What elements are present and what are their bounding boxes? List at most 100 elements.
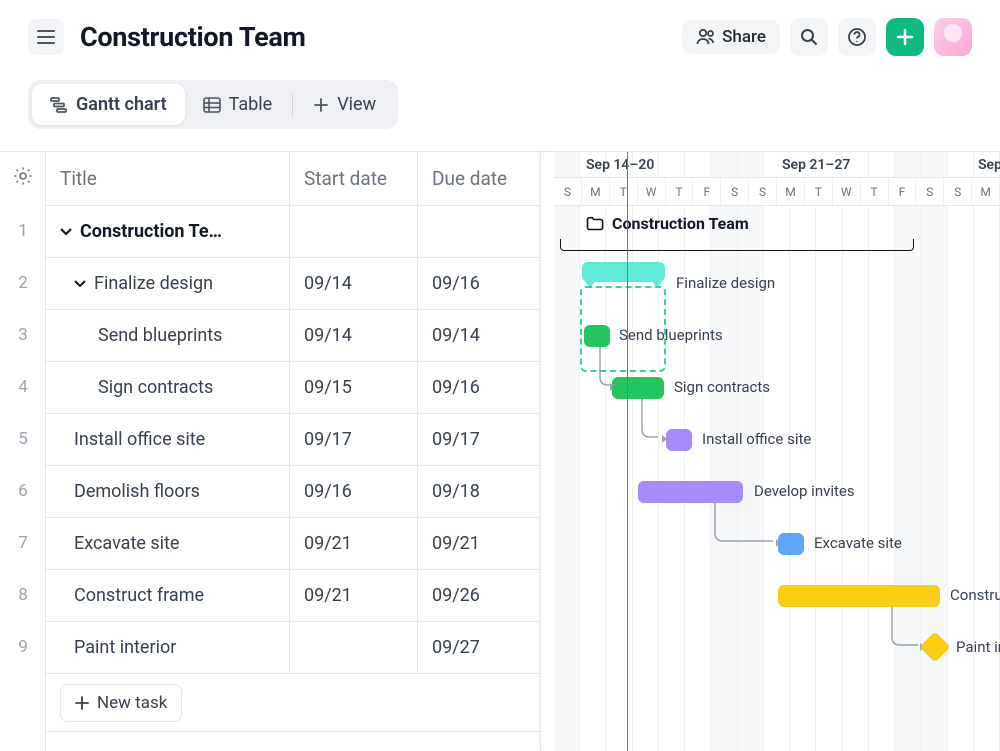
user-avatar[interactable] <box>934 18 972 56</box>
table-row[interactable]: 8Construct frame09/2109/26 <box>46 570 540 622</box>
cell-start[interactable]: 09/16 <box>290 466 418 517</box>
cell-start[interactable]: 09/21 <box>290 518 418 569</box>
column-header-title[interactable]: Title <box>46 152 290 205</box>
cell-title[interactable]: Paint interior <box>46 622 290 673</box>
timeline-body: Construction Team Finalize design Send b… <box>554 206 1000 674</box>
cell-title[interactable]: Install office site <box>46 414 290 465</box>
cell-due[interactable]: 09/21 <box>418 518 540 569</box>
topbar-right: Share <box>682 18 972 56</box>
cell-due[interactable]: 09/16 <box>418 258 540 309</box>
cell-start[interactable] <box>290 206 418 257</box>
task-table: Title Start date Due date 1Construction … <box>46 152 540 751</box>
cell-title[interactable]: Construction Te… <box>46 206 290 257</box>
cell-due[interactable]: 09/18 <box>418 466 540 517</box>
cell-title[interactable]: Finalize design <box>46 258 290 309</box>
cell-start[interactable]: 09/15 <box>290 362 418 413</box>
share-button[interactable]: Share <box>682 20 780 54</box>
bar-develop[interactable] <box>638 481 743 503</box>
cell-start[interactable]: 09/14 <box>290 258 418 309</box>
chevron-down-icon[interactable] <box>60 228 72 236</box>
project-bracket <box>560 239 914 251</box>
table-row[interactable]: 4Sign contracts09/1509/16 <box>46 362 540 414</box>
timeline-row-contracts[interactable]: Sign contracts <box>554 362 1000 414</box>
tab-table-label: Table <box>229 94 273 115</box>
tab-add-view[interactable]: View <box>295 84 394 125</box>
table-row[interactable]: 1Construction Te… <box>46 206 540 258</box>
gear-icon[interactable] <box>13 166 33 186</box>
hamburger-icon <box>37 30 55 44</box>
cell-due[interactable]: 09/26 <box>418 570 540 621</box>
bar-label-finalize: Finalize design <box>676 274 775 292</box>
bar-label-blueprints: Send blueprints <box>619 326 723 344</box>
table-row[interactable]: 5Install office site09/1709/17 <box>46 414 540 466</box>
table-row[interactable]: 7Excavate site09/2109/21 <box>46 518 540 570</box>
timeline-project-row: Construction Team <box>554 206 1000 258</box>
row-number: 3 <box>0 325 46 345</box>
table-row[interactable]: 9Paint interior09/27 <box>46 622 540 674</box>
search-button[interactable] <box>790 18 828 56</box>
row-number: 8 <box>0 585 46 605</box>
plus-icon <box>896 28 914 46</box>
cell-due[interactable]: 09/17 <box>418 414 540 465</box>
cell-start[interactable] <box>290 622 418 673</box>
new-task-label: New task <box>97 693 167 713</box>
cell-title[interactable]: Construct frame <box>46 570 290 621</box>
timeline-row-finalize[interactable]: Finalize design <box>554 258 1000 310</box>
cell-title[interactable]: Send blueprints <box>46 310 290 361</box>
timeline-row-develop[interactable]: Develop invites <box>554 466 1000 518</box>
row-number: 5 <box>0 429 46 449</box>
cell-due[interactable] <box>418 206 540 257</box>
split-handle[interactable] <box>540 152 554 751</box>
cell-due[interactable]: 09/14 <box>418 310 540 361</box>
search-icon <box>800 28 818 46</box>
bar-excavate[interactable] <box>778 533 804 555</box>
bar-finalize[interactable] <box>582 262 665 282</box>
bar-install[interactable] <box>666 429 692 451</box>
column-header-start[interactable]: Start date <box>290 152 418 205</box>
bar-label-contracts: Sign contracts <box>674 378 770 396</box>
task-title: Construct frame <box>74 585 204 606</box>
page-title: Construction Team <box>80 21 306 53</box>
tab-table[interactable]: Table <box>185 84 291 125</box>
cell-start[interactable]: 09/14 <box>290 310 418 361</box>
tab-divider <box>292 94 293 116</box>
table-row[interactable]: 3Send blueprints09/1409/14 <box>46 310 540 362</box>
share-label: Share <box>722 27 766 47</box>
bar-label-excavate: Excavate site <box>814 534 902 552</box>
cell-start[interactable]: 09/21 <box>290 570 418 621</box>
add-button[interactable] <box>886 18 924 56</box>
task-title: Paint interior <box>74 637 176 658</box>
tab-gantt[interactable]: Gantt chart <box>32 84 185 125</box>
timeline-row-frame[interactable]: Construct fra <box>554 570 1000 622</box>
table-row[interactable]: 2Finalize design09/1409/16 <box>46 258 540 310</box>
help-button[interactable] <box>838 18 876 56</box>
project-title: Construction Team <box>586 214 749 233</box>
bar-label-frame: Construct fra <box>950 586 1000 604</box>
new-task-button[interactable]: New task <box>60 684 182 722</box>
table-row[interactable]: 6Demolish floors09/1609/18 <box>46 466 540 518</box>
cell-due[interactable]: 09/16 <box>418 362 540 413</box>
gantt-icon <box>50 97 68 113</box>
bar-blueprints[interactable] <box>584 325 610 347</box>
timeline-row-paint[interactable]: Paint inter <box>554 622 1000 674</box>
row-number: 7 <box>0 533 46 553</box>
cell-title[interactable]: Demolish floors <box>46 466 290 517</box>
cell-title[interactable]: Excavate site <box>46 518 290 569</box>
row-number: 1 <box>0 221 46 241</box>
timeline[interactable]: Sep 14–20 Sep 21–27 Sep SMTWTFSSMTWTFSSM… <box>554 152 1000 751</box>
menu-button[interactable] <box>28 19 64 55</box>
row-settings-col <box>0 152 46 751</box>
column-header-due[interactable]: Due date <box>418 152 540 205</box>
timeline-row-blueprints[interactable]: Send blueprints <box>554 310 1000 362</box>
topbar: Construction Team Share <box>0 0 1000 62</box>
cell-start[interactable]: 09/17 <box>290 414 418 465</box>
cell-title[interactable]: Sign contracts <box>46 362 290 413</box>
bar-frame[interactable] <box>778 585 940 607</box>
chevron-down-icon[interactable] <box>74 280 86 288</box>
timeline-row-install[interactable]: Install office site <box>554 414 1000 466</box>
view-tabs: Gantt chart Table View <box>28 80 398 129</box>
main-area: Title Start date Due date 1Construction … <box>0 151 1000 751</box>
plus-small-icon <box>313 97 329 113</box>
table-body: 1Construction Te…2Finalize design09/1409… <box>46 206 540 674</box>
cell-due[interactable]: 09/27 <box>418 622 540 673</box>
